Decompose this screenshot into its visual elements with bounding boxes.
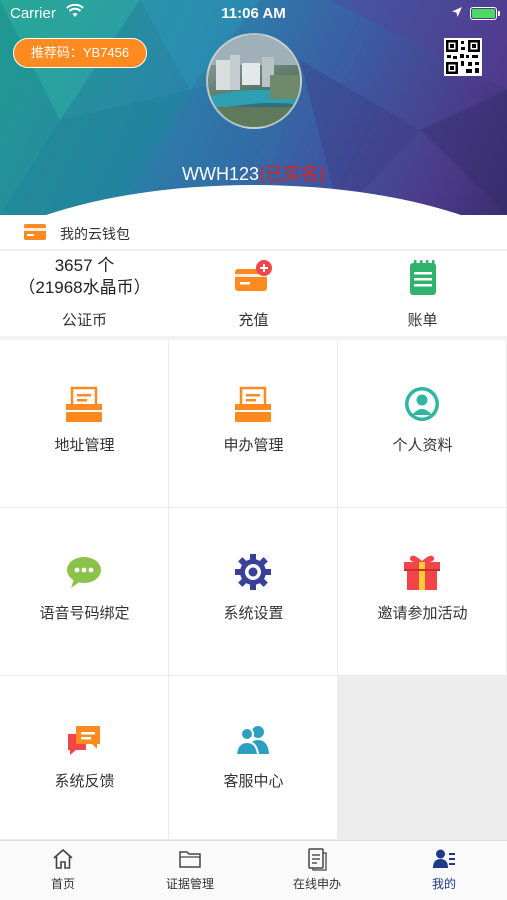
username: WWH123(已实名): [0, 160, 507, 186]
bill-notepad-icon: [410, 260, 436, 295]
tab-evidence-label: 证据管理: [165, 877, 214, 891]
feedback-bubbles-icon: [68, 726, 100, 755]
menu-profile-label: 个人资料: [392, 437, 453, 454]
folder-icon: [179, 851, 201, 868]
verified-badge: (已实名): [259, 164, 325, 184]
coin-label: 公证币: [61, 312, 107, 329]
menu-service-label: 客服中心: [223, 773, 284, 790]
profile-header: Carrier 11:06 AM 推荐码：YB7456 WWH123(已实名): [0, 0, 507, 215]
address-tray-icon: [66, 386, 102, 422]
coin-balance[interactable]: 3657 个 （21968水晶币） 公证币: [0, 251, 169, 336]
menu-apply-label: 申办管理: [223, 437, 284, 454]
recharge-icon: [235, 260, 272, 291]
menu-address-management[interactable]: 地址管理: [0, 340, 169, 508]
tab-mine-label: 我的: [431, 877, 456, 891]
home-icon: [53, 848, 73, 869]
menu-voice-binding[interactable]: 语音号码绑定: [0, 508, 169, 676]
menu-invite-activity[interactable]: 邀请参加活动: [338, 508, 507, 676]
menu-grid: 地址管理 申办管理 个人资料 语音号码绑定 系统设置 邀请参加活动 系统反馈 客…: [0, 340, 507, 840]
wallet-section-header: 我的云钱包: [0, 215, 507, 250]
coin-count: 3657 个: [54, 256, 115, 275]
wallet-card-icon: [24, 224, 46, 240]
menu-system-settings[interactable]: 系统设置: [169, 508, 338, 676]
menu-feedback-label: 系统反馈: [54, 773, 115, 790]
user-circle-icon: [405, 387, 439, 421]
menu-apply-management[interactable]: 申办管理: [169, 340, 338, 508]
location-arrow-icon: [452, 7, 462, 17]
recharge-button[interactable]: 充值: [169, 251, 338, 336]
bill-button[interactable]: 账单: [338, 251, 507, 336]
menu-settings-label: 系统设置: [223, 605, 284, 622]
menu-empty-cell: [338, 676, 507, 840]
tab-home[interactable]: 首页: [0, 841, 126, 900]
status-bar: Carrier 11:06 AM: [0, 0, 507, 28]
menu-customer-service[interactable]: 客服中心: [169, 676, 338, 840]
battery-icon: [470, 7, 500, 20]
menu-address-label: 地址管理: [54, 437, 115, 454]
chat-bubble-icon: [67, 557, 101, 588]
menu-system-feedback[interactable]: 系统反馈: [0, 676, 169, 840]
wallet-title: 我的云钱包: [60, 226, 130, 242]
gift-icon: [404, 555, 440, 590]
wallet-summary: 3657 个 （21968水晶币） 公证币 充值 账单: [0, 251, 507, 336]
menu-invite-label: 邀请参加活动: [377, 605, 468, 622]
people-icon: [234, 726, 269, 756]
gear-icon: [235, 554, 271, 590]
apply-tray-icon: [235, 386, 271, 422]
coin-amount: 3657 个 （21968水晶币）: [0, 255, 169, 299]
tab-home-label: 首页: [50, 877, 75, 891]
menu-personal-profile[interactable]: 个人资料: [338, 340, 507, 508]
username-text: WWH123: [181, 164, 259, 184]
recharge-label: 充值: [238, 312, 269, 329]
referral-code-badge[interactable]: 推荐码：YB7456: [13, 38, 147, 68]
tab-mine[interactable]: 我的: [381, 841, 507, 900]
bill-label: 账单: [407, 312, 438, 329]
avatar[interactable]: [206, 33, 302, 129]
qr-code-icon[interactable]: [444, 38, 482, 76]
clock: 11:06 AM: [221, 5, 286, 22]
tab-evidence[interactable]: 证据管理: [127, 841, 253, 900]
tab-online-label: 在线申办: [292, 877, 341, 891]
menu-voice-label: 语音号码绑定: [39, 605, 130, 622]
bottom-tab-bar: 首页 证据管理 在线申办 我的: [0, 840, 507, 900]
crystal-count: （21968水晶币）: [18, 278, 151, 297]
document-icon: [308, 848, 327, 871]
user-profile-icon: [433, 849, 455, 868]
tab-online-apply[interactable]: 在线申办: [254, 841, 380, 900]
